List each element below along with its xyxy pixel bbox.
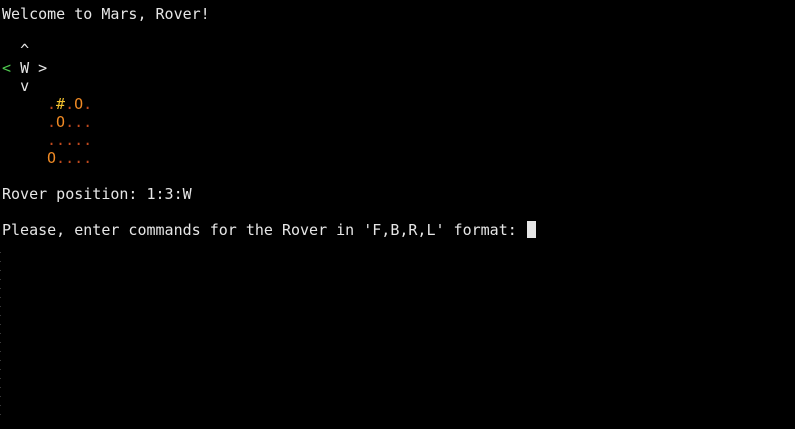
obstacle-cell: O — [56, 113, 66, 131]
map-row: .O... — [2, 113, 795, 131]
empty-cell: . — [65, 149, 75, 167]
empty-cell: . — [83, 131, 93, 149]
map-row: ..... — [2, 131, 795, 149]
compass-middle-row: < W > — [2, 59, 795, 77]
compass-down-arrow: v — [20, 77, 30, 95]
empty-cell: . — [65, 95, 75, 113]
mars-map-grid: .#.O. .O........ O.... — [2, 95, 795, 167]
empty-cell: . — [65, 131, 75, 149]
welcome-message: Welcome to Mars, Rover! — [2, 5, 210, 23]
empty-cell: . — [74, 149, 84, 167]
empty-cell: . — [83, 95, 93, 113]
obstacle-cell: O — [74, 95, 84, 113]
compass-left-arrow: < — [2, 59, 12, 77]
empty-cell: . — [74, 113, 84, 131]
rover-heading-letter: W — [20, 59, 30, 77]
compass-down-row: v — [2, 77, 795, 95]
empty-cell: . — [65, 113, 75, 131]
empty-cell: . — [47, 95, 57, 113]
empty-cell: . — [83, 149, 93, 167]
text-cursor[interactable] — [526, 221, 536, 238]
command-prompt-text: Please, enter commands for the Rover in … — [2, 221, 526, 239]
terminal-edge-marks — [0, 252, 1, 422]
map-row: O.... — [2, 149, 795, 167]
terminal-window[interactable]: Welcome to Mars, Rover! ^ < W > v .#.O..… — [0, 0, 795, 429]
empty-cell: . — [47, 131, 57, 149]
command-prompt-row[interactable]: Please, enter commands for the Rover in … — [2, 221, 795, 239]
empty-cell: . — [74, 131, 84, 149]
rover-position: Rover position: 1:3:W — [2, 185, 192, 203]
obstacle-cell: O — [47, 149, 57, 167]
compass-up-row: ^ — [2, 41, 795, 59]
map-row: .#.O. — [2, 95, 795, 113]
rover-marker: # — [56, 95, 66, 113]
empty-cell: . — [56, 131, 66, 149]
empty-cell: . — [56, 149, 66, 167]
empty-cell: . — [47, 113, 57, 131]
compass-up-arrow: ^ — [20, 41, 30, 59]
compass-right-arrow: > — [38, 59, 48, 77]
empty-cell: . — [83, 113, 93, 131]
